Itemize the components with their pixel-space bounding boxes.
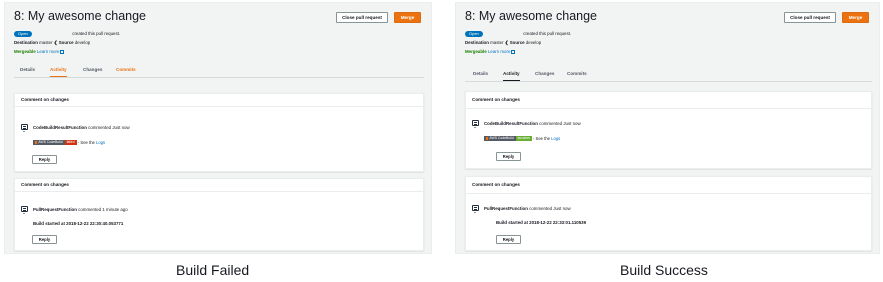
pr-status-line: Open created this pull request. bbox=[14, 31, 120, 37]
external-link-icon bbox=[60, 49, 65, 54]
comment-icon bbox=[21, 124, 28, 132]
reply-button[interactable]: Reply bbox=[496, 235, 521, 244]
comment-icon bbox=[21, 206, 28, 214]
comment-body: Build started at 2018-12-22 22:33:01.110… bbox=[496, 220, 587, 225]
comment-author[interactable]: CodeBuildResultFunction bbox=[484, 121, 538, 126]
see-text: - See the bbox=[533, 136, 550, 141]
logs-link[interactable]: Logs bbox=[551, 136, 560, 141]
caption-build-failed: Build Failed bbox=[176, 262, 250, 278]
build-status-line: AWS CodeBuild failed - See the Logs bbox=[33, 140, 105, 146]
card-header: Comment on changes bbox=[466, 92, 871, 109]
build-status-line: AWS CodeBuild success - See the Logs bbox=[484, 136, 560, 142]
source-label: Source bbox=[58, 40, 74, 45]
source-branch: develop bbox=[525, 40, 542, 45]
tab-activity[interactable]: Activity bbox=[50, 65, 67, 77]
comment-action: commented bbox=[78, 207, 102, 212]
comment-author[interactable]: CodeBuildResultFunction bbox=[33, 125, 87, 130]
tab-commits[interactable]: Commits bbox=[116, 65, 136, 77]
tab-details[interactable]: Details bbox=[473, 69, 488, 81]
comment-time: Just now bbox=[112, 125, 130, 130]
learn-more-link[interactable]: Learn more bbox=[37, 49, 59, 54]
comment-author[interactable]: PullRequestFunction bbox=[33, 207, 77, 212]
reply-button[interactable]: Reply bbox=[32, 155, 57, 164]
comment-icon bbox=[472, 120, 479, 128]
arrow-left-icon: ❮ bbox=[53, 40, 58, 45]
pull-request-screen-failed: 8: My awesome change Close pull request … bbox=[4, 2, 432, 254]
merge-status: Mergeable Learn more bbox=[14, 49, 65, 54]
comment-icon bbox=[472, 205, 479, 213]
mergeable-status: Mergeable bbox=[14, 49, 36, 54]
logs-link[interactable]: Logs bbox=[96, 140, 105, 145]
card-header: Comment on changes bbox=[15, 94, 423, 107]
build-failed-pill: failed bbox=[64, 140, 77, 146]
comment-meta: CodeBuildResultFunction commented Just n… bbox=[484, 121, 581, 126]
comment-meta: PullRequestFunction commented Just now bbox=[484, 206, 571, 211]
comment-time: 1 minute ago bbox=[102, 207, 128, 212]
page-title: 8: My awesome change bbox=[14, 9, 147, 23]
tab-bar: Details Activity Changes Commits bbox=[465, 69, 872, 82]
page-title: 8: My awesome change bbox=[465, 9, 598, 23]
destination-branch: master bbox=[490, 40, 504, 45]
status-badge: Open bbox=[14, 31, 32, 37]
arrow-left-icon: ❮ bbox=[504, 40, 509, 45]
build-success-pill: success bbox=[515, 136, 532, 142]
tab-commits[interactable]: Commits bbox=[567, 69, 587, 81]
comment-body: Build started at 2018-12-22 22:30:40.053… bbox=[33, 221, 124, 226]
source-label: Source bbox=[509, 40, 525, 45]
comment-card-build-result: Comment on changes CodeBuildResultFuncti… bbox=[465, 91, 872, 169]
comment-action: commented bbox=[539, 121, 563, 126]
merge-button[interactable]: Merge bbox=[842, 12, 869, 23]
comment-meta: CodeBuildResultFunction commented Just n… bbox=[33, 125, 130, 130]
merge-button[interactable]: Merge bbox=[394, 12, 421, 23]
caption-build-success: Build Success bbox=[620, 262, 708, 278]
destination-branch: master bbox=[39, 40, 53, 45]
comment-author[interactable]: PullRequestFunction bbox=[484, 206, 528, 211]
pull-request-screen-success: 8: My awesome change Close pull request … bbox=[455, 2, 880, 254]
comment-action: commented bbox=[529, 206, 553, 211]
tab-bar: Details Activity Changes Commits bbox=[14, 65, 424, 78]
comment-card-build-result: Comment on changes CodeBuildResultFuncti… bbox=[14, 93, 424, 172]
comment-time: Just now bbox=[563, 121, 581, 126]
mergeable-status: Mergeable bbox=[465, 49, 487, 54]
tab-activity[interactable]: Activity bbox=[503, 69, 520, 81]
destination-label: Destination bbox=[14, 40, 38, 45]
destination-label: Destination bbox=[465, 40, 489, 45]
tab-changes[interactable]: Changes bbox=[83, 65, 102, 77]
reply-button[interactable]: Reply bbox=[32, 235, 57, 244]
see-text: - See the bbox=[77, 140, 95, 145]
pr-status-line: Open created this pull request. bbox=[465, 31, 571, 37]
external-link-icon bbox=[511, 49, 516, 54]
created-text: created this pull request. bbox=[72, 31, 121, 36]
status-badge: Open bbox=[465, 31, 483, 37]
comment-time: Just now bbox=[553, 206, 571, 211]
close-pull-request-button[interactable]: Close pull request bbox=[784, 12, 836, 23]
codebuild-pill: AWS CodeBuild bbox=[484, 136, 516, 142]
branch-info: Destination master ❮ Source develop bbox=[465, 40, 541, 46]
tab-divider bbox=[14, 77, 424, 78]
comment-card-build-started: Comment on changes PullRequestFunction c… bbox=[465, 176, 872, 251]
merge-status: Mergeable Learn more bbox=[465, 49, 516, 54]
close-pull-request-button[interactable]: Close pull request bbox=[336, 12, 388, 23]
tab-details[interactable]: Details bbox=[20, 65, 35, 77]
source-branch: develop bbox=[74, 40, 91, 45]
comment-meta: PullRequestFunction commented 1 minute a… bbox=[33, 207, 128, 212]
card-header: Comment on changes bbox=[15, 179, 423, 192]
comment-card-build-started: Comment on changes PullRequestFunction c… bbox=[14, 178, 424, 251]
codebuild-pill: AWS CodeBuild bbox=[33, 140, 65, 146]
reply-button[interactable]: Reply bbox=[496, 152, 521, 161]
tab-divider bbox=[465, 81, 872, 82]
tab-changes[interactable]: Changes bbox=[535, 69, 554, 81]
branch-info: Destination master ❮ Source develop bbox=[14, 40, 90, 46]
created-text: created this pull request. bbox=[523, 31, 572, 36]
comment-action: commented bbox=[88, 125, 112, 130]
learn-more-link[interactable]: Learn more bbox=[488, 49, 510, 54]
card-header: Comment on changes bbox=[466, 177, 871, 194]
